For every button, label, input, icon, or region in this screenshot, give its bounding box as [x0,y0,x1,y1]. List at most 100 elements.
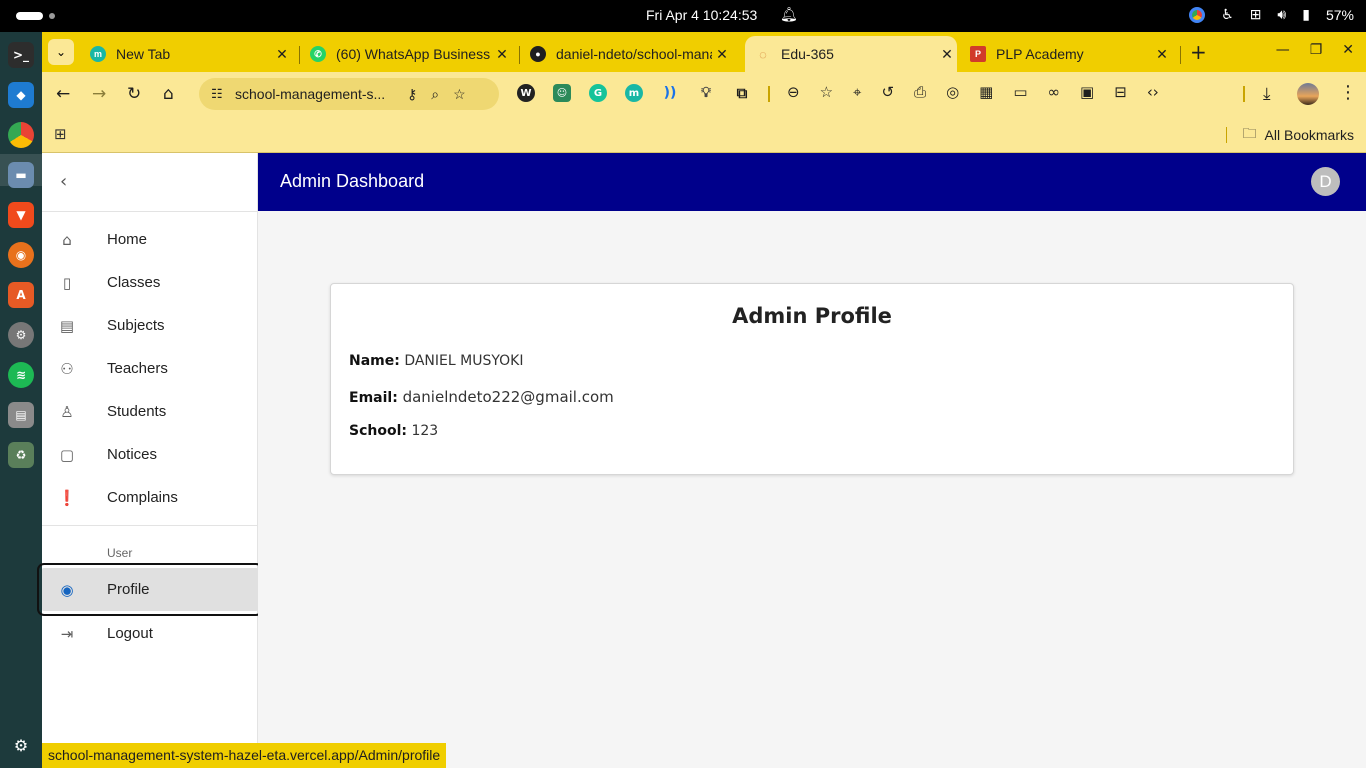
email-value: danielndeto222@gmail.com [402,388,614,406]
settings-icon[interactable]: ⚙ [8,322,34,348]
sidebar-item-notices[interactable]: ▢ Notices [42,433,257,476]
toolbar-divider [1243,86,1245,102]
school-value: 123 [411,423,439,439]
forward-icon[interactable]: → [92,84,106,104]
disks-icon[interactable]: ▤ [8,402,34,428]
terminal-icon[interactable]: >_ [8,42,34,68]
plp-icon: P [970,46,986,62]
sidebar-item-home[interactable]: ⌂ Home [42,218,257,261]
close-tab-icon[interactable]: ✕ [1152,46,1172,63]
back-icon[interactable]: ← [56,84,70,104]
tab-whatsapp[interactable]: ✆ (60) WhatsApp Business ✕ [300,36,512,72]
sidebar-item-label: Students [107,403,167,420]
cast-icon[interactable]: ▣ [1080,83,1094,101]
home-page-icon[interactable]: ⌂ [163,84,174,104]
print-icon[interactable]: ⎙ [914,83,926,101]
tab-github[interactable]: ● daniel-ndeto/school-management ✕ [520,36,732,72]
restore-icon[interactable]: ❐ [1310,42,1323,58]
chrome-icon[interactable] [8,122,34,148]
incognito-icon[interactable]: ⊖ [787,83,800,101]
sidebar-item-label: Notices [107,446,158,463]
firefox-icon[interactable]: ◉ [8,242,34,268]
address-bar-url[interactable]: school-management-s... [235,86,393,102]
close-tab-icon[interactable]: ✕ [272,46,292,63]
profile-avatar[interactable] [1297,83,1319,105]
sidebar-header: ‹ [42,153,257,212]
new-tab-button[interactable]: + [1190,40,1207,64]
sidebar-main-nav: ⌂ Home ▯ Classes ▤ Subjects ⚇ Teachers ♙… [42,212,257,519]
copy-link-icon[interactable]: ∞ [1048,83,1061,101]
wappalyzer-extension-icon[interactable]: W [517,84,535,102]
downloads-icon[interactable]: ⤓ [1263,84,1271,104]
bookmark-star-icon[interactable]: ☆ [453,86,466,103]
trash-icon[interactable]: ♻ [8,442,34,468]
tab-layout-icon[interactable]: ⊟ [1114,83,1127,101]
tab-new-tab[interactable]: m New Tab ✕ [80,36,292,72]
menu-kebab-icon[interactable]: ⋮ [1339,82,1357,103]
screenshot-icon[interactable]: ◎ [946,83,959,101]
tab-title: (60) WhatsApp Business [336,46,491,62]
chrome-tray-icon [1189,6,1206,23]
sidebar-item-label: Classes [107,274,161,291]
volume-icon: 🔊︎ [1277,6,1287,22]
sidebar-item-logout[interactable]: ⇥ Logout [42,612,257,655]
window-controls: — ❐ ✕ [1276,42,1354,58]
minimize-icon[interactable]: — [1276,42,1290,58]
extensions-puzzle-icon[interactable]: ⧉ [733,84,751,102]
location-pin-icon[interactable]: ⌖ [853,83,861,101]
tab-divider [1180,46,1181,64]
tab-edu-365[interactable]: ◌ Edu-365 ✕ [745,36,957,72]
profile-card: Admin Profile Name: DANIEL MUSYOKI Email… [330,283,1294,475]
history-icon[interactable]: ↺ [881,83,894,101]
app-center-icon[interactable]: A [8,282,34,308]
m-extension-icon[interactable]: m [625,84,643,102]
tab-search-button[interactable]: ⌄ [48,39,74,65]
sidebar-item-classes[interactable]: ▯ Classes [42,261,257,304]
site-info-icon[interactable]: ☷ [211,86,229,102]
qr-code-icon[interactable]: ▦ [979,83,993,101]
tab-plp-academy[interactable]: P PLP Academy ✕ [960,36,1172,72]
exit-icon: ⇥ [60,624,74,643]
reload-icon[interactable]: ↻ [127,84,141,104]
avatar[interactable]: D [1311,167,1340,196]
address-bar[interactable]: ☷ school-management-s... ⚷ ⌕ ☆ [199,78,499,110]
profile-name-row: Name: DANIEL MUSYOKI [349,353,523,369]
announcement-icon: ▢ [59,445,75,464]
sidebar-item-subjects[interactable]: ▤ Subjects [42,304,257,347]
system-clock[interactable]: Fri Apr 4 10:24:53 [646,7,757,23]
sidebar-item-profile[interactable]: ◉ Profile [37,563,263,616]
close-tab-icon[interactable]: ✕ [937,46,957,63]
zoom-icon[interactable]: ⌕ [431,86,439,103]
vscode-icon[interactable]: ◆ [8,82,34,108]
reading-mode-icon[interactable]: ▭ [1013,83,1027,101]
spotify-icon[interactable]: ≋ [8,362,34,388]
sidebar-item-complains[interactable]: ❗ Complains [42,476,257,519]
wave-extension-icon[interactable]: )) [661,84,679,102]
show-apps-icon[interactable]: ⚙ [8,732,34,758]
files-icon[interactable]: ▬ [8,162,34,188]
bulb-extension-icon[interactable]: 💡︎ [697,84,715,102]
collapse-chevron-icon[interactable]: ‹ [60,171,67,192]
person-icon: ♙ [60,402,74,421]
activities-indicator[interactable] [16,12,43,20]
close-tab-icon[interactable]: ✕ [492,46,512,63]
sidebar-item-students[interactable]: ♙ Students [42,390,257,433]
battery-level: 57% [1325,6,1354,23]
sidebar-item-teachers[interactable]: ⚇ Teachers [42,347,257,390]
favorites-icon[interactable]: ☆ [820,83,833,101]
app-sidebar: ‹ ⌂ Home ▯ Classes ▤ Subjects ⚇ Teachers… [37,153,263,768]
report-icon: ❗ [57,488,77,507]
grammarly-extension-icon[interactable]: G [589,84,607,102]
robot-extension-icon[interactable]: ☺ [553,84,571,102]
system-tray[interactable]: ♿︎ ⊞ 🔊︎ ▮ 57% [1189,6,1354,23]
close-window-icon[interactable]: ✕ [1342,42,1354,58]
all-bookmarks-button[interactable]: 🗀 All Bookmarks [1225,123,1354,147]
brave-icon[interactable]: ▼ [8,202,34,228]
apps-grid-icon[interactable]: ⊞ [54,125,67,143]
toolbar-actions: ⊖ ☆ ⌖ ↺ ⎙ ◎ ▦ ▭ ∞ ▣ ⊟ ‹› [787,83,1159,101]
bookmarks-bar: ⊞ 🗀 All Bookmarks [42,116,1366,153]
password-key-icon[interactable]: ⚷ [407,86,417,103]
close-tab-icon[interactable]: ✕ [712,46,732,63]
devtools-icon[interactable]: ‹› [1147,83,1159,101]
tab-title: daniel-ndeto/school-management [556,46,712,62]
